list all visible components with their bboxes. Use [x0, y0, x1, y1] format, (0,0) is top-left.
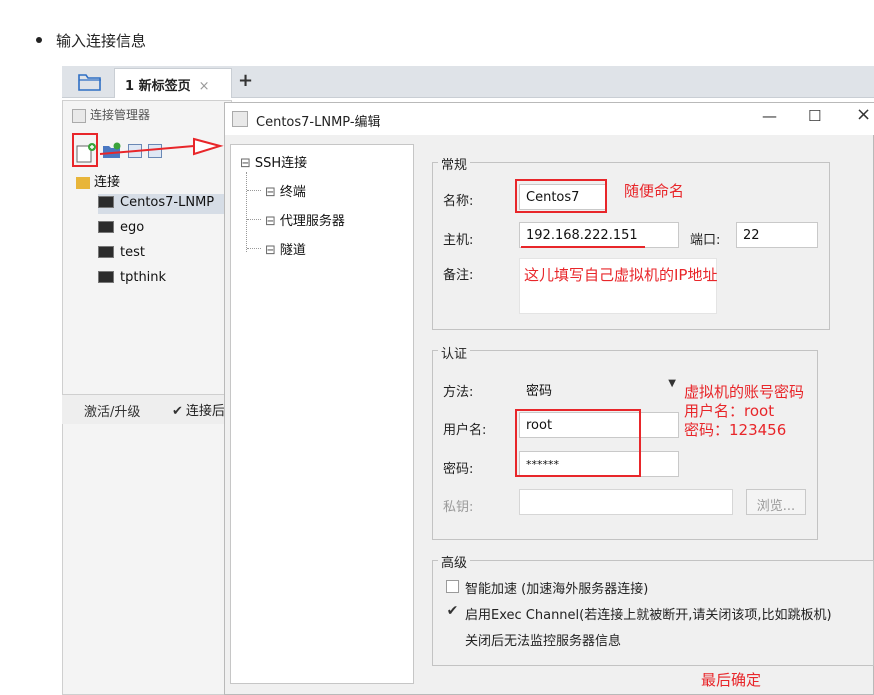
tree-guide-line	[247, 219, 261, 220]
add-tab-button[interactable]: +	[238, 70, 253, 91]
minimize-button[interactable]: —	[762, 107, 777, 125]
terminal-icon	[98, 195, 114, 208]
smart-accel-checkbox[interactable]	[446, 580, 459, 593]
name-label: 名称:	[443, 194, 474, 209]
annotation-ip-hint: 这儿填写自己虚拟机的IP地址	[524, 266, 718, 284]
annotation-box-name	[515, 179, 607, 213]
tree-root-connections[interactable]: 连接	[76, 171, 120, 190]
annotation-arrow	[98, 134, 226, 164]
smart-accel-label: 智能加速 (加速海外服务器连接)	[465, 582, 649, 597]
annotation-name-hint: 随便命名	[624, 182, 685, 200]
checkmark-icon: ✔	[172, 404, 183, 419]
annotation-confirm-hint: 最后确定	[701, 671, 762, 689]
tree-item-test[interactable]: test	[98, 245, 145, 260]
collapse-icon: ⊟	[265, 243, 276, 258]
tree-item-centos7[interactable]: Centos7-LNMP	[98, 194, 232, 214]
tree-guide-line	[247, 190, 261, 191]
username-label: 用户名:	[443, 423, 487, 438]
dialog-title: Centos7-LNMP-编辑	[256, 115, 381, 130]
annotation-underline-host	[521, 246, 645, 248]
tree-item-ego[interactable]: ego	[98, 220, 144, 235]
java-icon	[72, 108, 86, 123]
terminal-icon	[98, 270, 114, 283]
tab-new[interactable]: 1 新标签页 ×	[114, 68, 232, 98]
tab-close-icon[interactable]: ×	[199, 79, 210, 94]
exec-channel-label: 启用Exec Channel(若连接上就被断开,请关闭该项,比如跳板机)	[465, 608, 832, 623]
connect-checkbox-row[interactable]: ✔ 连接后	[172, 400, 225, 419]
open-folder-icon[interactable]	[76, 70, 104, 94]
port-label: 端口:	[690, 233, 721, 248]
annotation-box-credentials	[515, 409, 641, 477]
exec-channel-checkbox[interactable]: ✔	[446, 604, 459, 619]
terminal-icon	[98, 245, 114, 258]
collapse-icon: ⊟	[265, 185, 276, 200]
private-key-field[interactable]	[519, 489, 733, 515]
exec-channel-note: 关闭后无法监控服务器信息	[465, 634, 622, 649]
private-key-label: 私钥:	[443, 500, 474, 515]
tree-guide-line	[246, 172, 247, 252]
advanced-group-label: 高级	[438, 552, 471, 571]
host-field[interactable]: 192.168.222.151	[519, 222, 679, 248]
folder-icon	[76, 176, 90, 189]
instruction-heading: 输入连接信息	[36, 30, 146, 51]
password-label: 密码:	[443, 462, 474, 477]
port-field[interactable]: 22	[736, 222, 818, 248]
method-label: 方法:	[443, 385, 474, 400]
host-label: 主机:	[443, 233, 474, 248]
chevron-down-icon: ▼	[668, 378, 676, 389]
general-group-label: 常规	[438, 154, 471, 173]
bullet-dot	[36, 36, 42, 43]
nav-terminal[interactable]: ⊟ 终端	[265, 181, 306, 200]
nav-tunnel[interactable]: ⊟ 隧道	[265, 239, 306, 258]
collapse-icon: ⊟	[240, 156, 251, 171]
java-icon	[232, 111, 248, 127]
method-select[interactable]: 密码 ▼	[519, 374, 679, 400]
terminal-icon	[98, 220, 114, 233]
tree-guide-line	[247, 248, 261, 249]
activate-upgrade-link[interactable]: 激活/升级	[84, 401, 140, 420]
maximize-button[interactable]: ☐	[808, 107, 821, 125]
browse-button[interactable]: 浏览...	[746, 489, 806, 515]
tab-label: 1 新标签页	[125, 79, 191, 94]
auth-group-label: 认证	[438, 343, 471, 362]
annotation-account-hint: 虚拟机的账号密码 用户名：root 密码：123456	[684, 383, 805, 439]
collapse-icon: ⊟	[265, 214, 276, 229]
annotation-box-new-connection	[72, 133, 98, 167]
instruction-text: 输入连接信息	[56, 32, 147, 50]
connection-manager-title: 连接管理器	[72, 106, 150, 123]
nav-ssh-connection[interactable]: ⊟ SSH连接	[240, 152, 307, 171]
nav-proxy-server[interactable]: ⊟ 代理服务器	[265, 210, 345, 229]
remark-label: 备注:	[443, 268, 474, 283]
tree-item-tpthink[interactable]: tpthink	[98, 270, 166, 285]
close-button[interactable]: ×	[856, 104, 871, 125]
